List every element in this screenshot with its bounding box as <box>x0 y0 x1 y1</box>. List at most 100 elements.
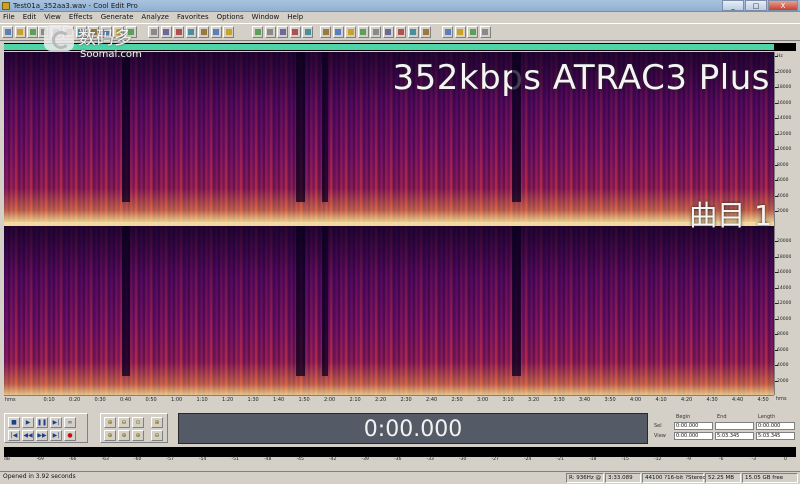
toolbar-button[interactable] <box>370 26 381 38</box>
time-tick-label: 4:30 <box>706 397 718 403</box>
menu-effects[interactable]: Effects <box>69 12 93 23</box>
record-button[interactable]: ● <box>64 430 76 441</box>
toolbar-tool-icon <box>347 29 354 35</box>
meter-scale-label: 0 <box>784 457 787 462</box>
play-button[interactable]: ▶ <box>22 417 34 428</box>
toolbar-button[interactable] <box>198 26 209 38</box>
toolbar-button[interactable] <box>185 26 197 38</box>
begin-header: Begin <box>676 414 691 420</box>
sel-end-field[interactable] <box>715 422 754 430</box>
toolbar-button[interactable] <box>160 26 172 38</box>
close-button[interactable]: X <box>768 0 798 11</box>
zoom-full-button[interactable]: ⊙ <box>132 417 144 428</box>
go-to-start-button[interactable]: |◀ <box>8 430 20 441</box>
zoom-in-horizontal-button[interactable]: ⊕ <box>104 417 116 428</box>
frequency-tick <box>775 71 778 73</box>
time-tick-label: 1:40 <box>273 397 285 403</box>
zoom-in-vertical-button[interactable]: ⊕ <box>151 417 163 428</box>
meter-scale-label: -63 <box>101 457 109 462</box>
fast-forward-button[interactable]: ▶▶ <box>36 430 48 441</box>
time-tick-label: 0:50 <box>145 397 157 403</box>
toolbar-button[interactable] <box>479 26 491 38</box>
toolbar-button[interactable] <box>277 26 288 38</box>
view-length-field[interactable]: 5:03.345 <box>756 432 795 440</box>
zoom-vertical-out-icon: ⊖ <box>154 432 160 439</box>
play-to-end-button[interactable]: ▶| <box>50 417 62 428</box>
menu-edit[interactable]: Edit <box>23 12 37 23</box>
app-icon[interactable] <box>2 2 10 10</box>
toolbar-button[interactable] <box>345 26 356 38</box>
menu-file[interactable]: File <box>3 12 15 23</box>
menu-help[interactable]: Help <box>287 12 303 23</box>
toolbar-button[interactable] <box>407 26 419 38</box>
toolbar-button[interactable] <box>442 26 453 38</box>
menu-options[interactable]: Options <box>217 12 244 23</box>
rewind-button[interactable]: ◀◀ <box>22 430 34 441</box>
menu-favorites[interactable]: Favorites <box>177 12 209 23</box>
zoom-right-button[interactable]: ⊕ <box>118 430 130 441</box>
zoom-selection-button[interactable]: ⊕ <box>132 430 144 441</box>
loop-icon: ∞ <box>67 419 73 426</box>
toolbar-button[interactable] <box>14 26 26 38</box>
watermark-brand: 数码多 <box>78 28 132 49</box>
toolbar-tool-icon <box>17 29 23 35</box>
view-begin-field[interactable]: 0:00.000 <box>674 432 713 440</box>
loop-button[interactable]: ∞ <box>64 417 76 428</box>
toolbar-button[interactable] <box>420 26 431 38</box>
maximize-button[interactable]: □ <box>745 0 767 11</box>
time-tick-label: 4:50 <box>757 397 769 403</box>
toolbar-button[interactable] <box>223 26 234 38</box>
zoom-left-button[interactable]: ⊕ <box>104 430 116 441</box>
frequency-tick-label: 14000 <box>777 116 792 121</box>
sel-begin-field[interactable]: 0:00.000 <box>674 422 713 430</box>
sel-length-field[interactable]: 0:00.000 <box>756 422 795 430</box>
pause-button[interactable]: ❚❚ <box>36 417 48 428</box>
spectral-view[interactable]: 352kbps ATRAC3 Plus 曲目 1 <box>4 52 774 395</box>
zoom-out-horizontal-button[interactable]: ⊖ <box>118 417 130 428</box>
frequency-tick <box>775 211 778 212</box>
meter-scale-label: -60 <box>134 457 142 462</box>
time-ruler[interactable]: hms 0:10 0:20 0:30 0:40 0:50 1:00 1:10 1:20 1:30 1… <box>4 395 774 404</box>
toolbar-button[interactable] <box>210 26 222 38</box>
go-to-end-button[interactable]: ▶| <box>50 430 62 441</box>
toolbar-button[interactable] <box>320 26 331 38</box>
current-time: 0:00.000 <box>363 417 463 442</box>
toolbar-button[interactable] <box>302 26 313 38</box>
menu-view[interactable]: View <box>44 12 61 23</box>
menu-analyze[interactable]: Analyze <box>141 12 169 23</box>
toolbar-button[interactable] <box>395 26 406 38</box>
toolbar-button[interactable] <box>289 26 301 38</box>
view-end-field[interactable]: 5:03.345 <box>715 432 754 440</box>
menu-generate[interactable]: Generate <box>101 12 134 23</box>
toolbar-button[interactable] <box>467 26 478 38</box>
time-tick-label: 2:10 <box>349 397 361 403</box>
title-bar[interactable]: Test01a_352aa3.wav - Cool Edit Pro _ □ X <box>0 0 800 12</box>
toolbar-tool-icon <box>29 29 36 35</box>
toolbar-button[interactable] <box>332 26 344 38</box>
overview-corner <box>774 43 796 51</box>
time-tick-label: 0:10 <box>43 397 55 403</box>
time-tick-label: 2:40 <box>426 397 438 403</box>
toolbar-button[interactable] <box>173 26 184 38</box>
zoom-out-vertical-button[interactable]: ⊖ <box>151 430 163 441</box>
toolbar-button[interactable] <box>454 26 466 38</box>
zoom-selection-icon: ⊕ <box>135 432 141 439</box>
toolbar-button[interactable] <box>264 26 276 38</box>
level-meter-scale: dB -69 -66 -63 -60 -57 -54 -51 -48 -45 -42 -39 -36 -3… <box>4 457 796 463</box>
toolbar-button[interactable] <box>27 26 38 38</box>
meter-scale-label: -18 <box>589 457 597 462</box>
toolbar-button[interactable] <box>148 26 159 38</box>
toolbar-button[interactable] <box>357 26 369 38</box>
right-channel-spectrogram[interactable] <box>4 226 774 395</box>
frequency-tick <box>775 195 778 197</box>
toolbar-button[interactable] <box>252 26 263 38</box>
menu-window[interactable]: Window <box>252 12 280 23</box>
time-tick-label: 0:30 <box>94 397 106 403</box>
toolbar-button[interactable] <box>2 26 13 38</box>
minimize-button[interactable]: _ <box>722 0 744 11</box>
zoom-full-icon: ⊙ <box>135 419 141 426</box>
toolbar-tool-icon <box>469 29 476 35</box>
stop-button[interactable]: ■ <box>8 417 20 428</box>
frequency-tick-label: 10000 <box>777 316 792 322</box>
toolbar-button[interactable] <box>382 26 394 38</box>
